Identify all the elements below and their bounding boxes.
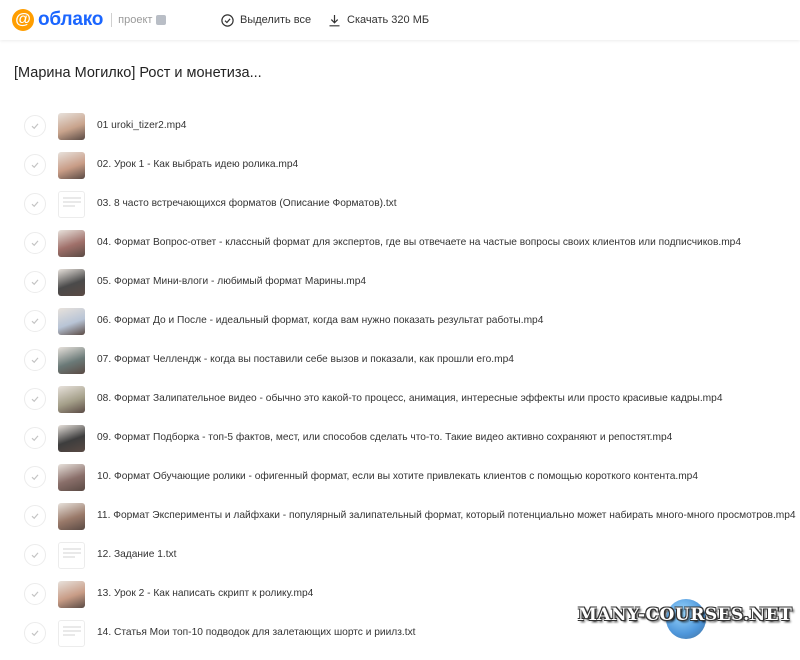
file-list: 01 uroki_tizer2.mp4 02. Урок 1 - Как выбр… <box>0 107 800 653</box>
file-name: 10. Формат Обучающие ролики - офигенный … <box>97 471 699 482</box>
file-row[interactable]: 12. Задание 1.txt <box>0 536 800 575</box>
file-name: 12. Задание 1.txt <box>97 549 177 560</box>
checkmark-icon <box>31 513 39 520</box>
select-checkbox[interactable] <box>24 349 46 371</box>
file-name: 01 uroki_tizer2.mp4 <box>97 120 187 131</box>
folder-title: [Марина Могилко] Рост и монетиза... <box>14 65 262 81</box>
checkmark-icon <box>31 201 39 208</box>
watermark: MANY-COURSES.NET <box>578 599 793 639</box>
file-row[interactable]: 01 uroki_tizer2.mp4 <box>0 107 800 146</box>
file-row[interactable]: 10. Формат Обучающие ролики - офигенный … <box>0 458 800 497</box>
video-thumbnail <box>58 230 85 257</box>
download-button[interactable]: Скачать 320 МБ <box>328 12 429 28</box>
select-checkbox[interactable] <box>24 466 46 488</box>
checkmark-icon <box>31 318 39 325</box>
text-file-thumbnail <box>58 620 85 647</box>
checkmark-icon <box>31 162 39 169</box>
select-checkbox[interactable] <box>24 622 46 644</box>
select-all-label: Выделить все <box>240 14 312 26</box>
project-label: проект <box>118 14 153 26</box>
file-name: 03. 8 часто встречающихся форматов (Опис… <box>97 198 397 209</box>
video-thumbnail <box>58 581 85 608</box>
file-row[interactable]: 09. Формат Подборка - топ-5 фактов, мест… <box>0 419 800 458</box>
file-row[interactable]: 03. 8 часто встречающихся форматов (Опис… <box>0 185 800 224</box>
select-checkbox[interactable] <box>24 505 46 527</box>
video-thumbnail <box>58 269 85 296</box>
video-thumbnail <box>58 425 85 452</box>
checkmark-icon <box>31 240 39 247</box>
video-thumbnail <box>58 308 85 335</box>
logo-divider <box>111 13 113 27</box>
checkmark-icon <box>31 279 39 286</box>
checkmark-icon <box>31 591 39 598</box>
video-thumbnail <box>58 386 85 413</box>
file-name: 09. Формат Подборка - топ-5 фактов, мест… <box>97 432 673 443</box>
file-name: 14. Статья Мои топ-10 подводок для залет… <box>97 627 416 638</box>
file-row[interactable]: 07. Формат Челлендж - когда вы поставили… <box>0 341 800 380</box>
select-checkbox[interactable] <box>24 583 46 605</box>
checkmark-icon <box>31 396 39 403</box>
text-file-thumbnail <box>58 542 85 569</box>
select-checkbox[interactable] <box>24 544 46 566</box>
top-bar: @ облако проект Выделить все Скачать 320… <box>0 0 800 40</box>
checkmark-icon <box>31 552 39 559</box>
at-logo-icon: @ <box>12 9 34 31</box>
watermark-text: MANY-COURSES.NET <box>578 605 793 625</box>
file-name: 06. Формат До и После - идеальный формат… <box>97 315 544 326</box>
checkmark-icon <box>31 630 39 637</box>
file-name: 04. Формат Вопрос-ответ - классный форма… <box>97 237 742 248</box>
select-checkbox[interactable] <box>24 115 46 137</box>
checkmark-icon <box>31 357 39 364</box>
text-file-thumbnail <box>58 191 85 218</box>
video-thumbnail <box>58 152 85 179</box>
logo-text: облако <box>38 9 104 30</box>
video-thumbnail <box>58 347 85 374</box>
select-checkbox[interactable] <box>24 271 46 293</box>
cloud-logo[interactable]: @ облако проект <box>12 8 167 32</box>
select-all-button[interactable]: Выделить все <box>221 12 311 28</box>
video-thumbnail <box>58 113 85 140</box>
download-icon <box>329 14 340 26</box>
file-row[interactable]: 06. Формат До и После - идеальный формат… <box>0 302 800 341</box>
file-name: 02. Урок 1 - Как выбрать идею ролика.mp4 <box>97 159 299 170</box>
file-row[interactable]: 05. Формат Мини-влоги - любимый формат М… <box>0 263 800 302</box>
select-checkbox[interactable] <box>24 232 46 254</box>
file-name: 07. Формат Челлендж - когда вы поставили… <box>97 354 514 365</box>
download-label: Скачать 320 МБ <box>347 14 430 26</box>
select-checkbox[interactable] <box>24 427 46 449</box>
file-row[interactable]: 08. Формат Залипательное видео - обычно … <box>0 380 800 419</box>
check-circle-icon <box>221 13 234 27</box>
file-row[interactable]: 11. Формат Эксперименты и лайфхаки - поп… <box>0 497 800 536</box>
video-thumbnail <box>58 503 85 530</box>
file-row[interactable]: 04. Формат Вопрос-ответ - классный форма… <box>0 224 800 263</box>
checkmark-icon <box>31 123 39 130</box>
file-row[interactable]: 02. Урок 1 - Как выбрать идею ролика.mp4 <box>0 146 800 185</box>
file-name: 13. Урок 2 - Как написать скрипт к ролик… <box>97 588 314 599</box>
file-name: 08. Формат Залипательное видео - обычно … <box>97 393 723 404</box>
select-checkbox[interactable] <box>24 154 46 176</box>
vk-badge-icon <box>156 15 167 25</box>
video-thumbnail <box>58 464 85 491</box>
select-checkbox[interactable] <box>24 193 46 215</box>
file-name: 11. Формат Эксперименты и лайфхаки - поп… <box>97 510 796 521</box>
checkmark-icon <box>31 435 39 442</box>
file-name: 05. Формат Мини-влоги - любимый формат М… <box>97 276 367 287</box>
select-checkbox[interactable] <box>24 388 46 410</box>
select-checkbox[interactable] <box>24 310 46 332</box>
checkmark-icon <box>31 474 39 481</box>
